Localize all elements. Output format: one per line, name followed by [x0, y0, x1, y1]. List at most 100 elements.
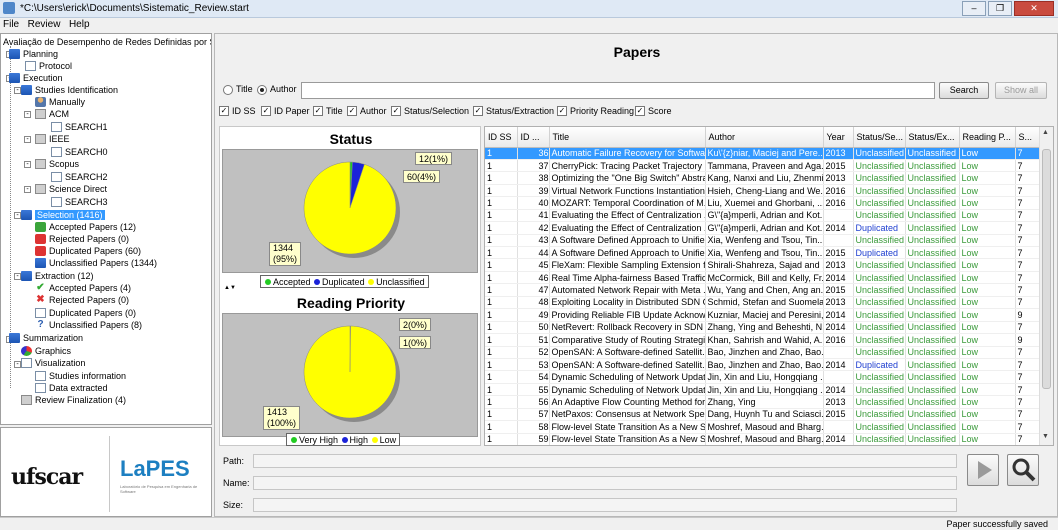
table-row[interactable]: 1 40 MOZART: Temporal Coordination of M...… [485, 196, 1040, 210]
table-row[interactable]: 1 55 Dynamic Scheduling of Network Updates… [485, 383, 1040, 397]
column-header[interactable]: S... [1015, 127, 1040, 148]
tree-item-studies-identification[interactable]: Studies Identification [21, 84, 118, 96]
tree-item-studies-information[interactable]: Studies information [35, 370, 126, 382]
tree-item-summarization[interactable]: Summarization [9, 332, 83, 344]
column-header[interactable]: Title [549, 127, 706, 148]
collapse-science-direct-toggle[interactable]: - [24, 186, 31, 193]
collapse-visualization-toggle[interactable]: - [14, 361, 21, 368]
tree-item-scopus[interactable]: Scopus [35, 158, 79, 170]
tree-item-selection[interactable]: Selection (1416) [21, 209, 105, 221]
toggle-id-ss[interactable]: ✓ ID SS [219, 106, 256, 116]
tree-item-selection-duplicated[interactable]: Duplicated Papers (60) [35, 245, 141, 257]
tree-item-ieee-search[interactable]: SEARCH0 [51, 146, 108, 158]
maximize-button[interactable]: ❐ [988, 1, 1012, 16]
toggle-status-extraction[interactable]: ✓ Status/Extraction [473, 106, 554, 116]
collapse-selection-toggle[interactable]: - [14, 212, 21, 219]
tree-item-extraction-rejected[interactable]: ✖ Rejected Papers (0) [35, 294, 129, 306]
close-button[interactable]: ✕ [1014, 1, 1054, 16]
column-header[interactable]: Status/Ex... [905, 127, 960, 148]
scroll-down-icon[interactable]: ▼ [1042, 433, 1049, 440]
table-row[interactable]: 1 47 Automated Network Repair with Meta ..… [485, 283, 1040, 297]
tree-item-execution[interactable]: Execution [9, 72, 63, 84]
table-row[interactable]: 1 45 FleXam: Flexible Sampling Extension f… [485, 258, 1040, 272]
menu-help[interactable]: Help [66, 18, 93, 31]
table-row[interactable]: 1 44 A Software Defined Approach to Unifie… [485, 246, 1040, 260]
table-row[interactable]: 1 50 NetRevert: Rollback Recovery in SDN Zh… [485, 321, 1040, 335]
tree-item-review-finalization[interactable]: Review Finalization (4) [21, 394, 126, 406]
table-row[interactable]: 1 36 Automatic Failure Recovery for Softwa… [485, 147, 1040, 160]
table-row[interactable]: 1 46 Real Time Alpha-fairness Based Traffi… [485, 271, 1040, 285]
size-field[interactable] [253, 498, 957, 512]
table-row[interactable]: 1 39 Virtual Network Functions Instantiati… [485, 184, 1040, 198]
table-row[interactable]: 1 38 Optimizing the "One Big Switch" Abstr… [485, 171, 1040, 185]
open-button[interactable] [967, 454, 999, 486]
tree-item-visualization[interactable]: Visualization [21, 357, 85, 369]
tree-item-acm-search[interactable]: SEARCH1 [51, 121, 108, 133]
table-row[interactable]: 1 54 Dynamic Scheduling of Network Updates… [485, 370, 1040, 384]
collapse-extraction-toggle[interactable]: - [14, 273, 21, 280]
toggle-score[interactable]: ✓ Score [635, 106, 672, 116]
table-row[interactable]: 1 49 Providing Reliable FIB Update Acknowl… [485, 308, 1040, 322]
radio-title[interactable] [223, 85, 233, 95]
search-button[interactable]: Search [939, 82, 989, 99]
table-row[interactable]: 1 43 A Software Defined Approach to Unifie… [485, 234, 1040, 248]
toggle-author[interactable]: ✓ Author [347, 106, 387, 116]
name-field[interactable] [253, 476, 957, 490]
scrollbar-thumb[interactable] [1042, 149, 1051, 389]
papers-table[interactable]: ID SS ID ... Title Author Year Status/Se... St… [485, 127, 1040, 445]
toggle-title[interactable]: ✓ Title [313, 106, 343, 116]
table-row[interactable]: 1 53 OpenSAN: A Software-defined Satellit.… [485, 358, 1040, 372]
table-scrollbar[interactable]: ▲ ▼ [1039, 127, 1053, 445]
collapse-ieee-toggle[interactable]: - [24, 136, 31, 143]
table-row[interactable]: 1 59 Flow-level State Transition As a New … [485, 433, 1040, 445]
tree-item-science-direct-search[interactable]: SEARCH3 [51, 196, 108, 208]
scroll-up-icon[interactable]: ▲ [1042, 129, 1049, 136]
collapse-acm-toggle[interactable]: - [24, 111, 31, 118]
table-row[interactable]: 1 41 Evaluating the Effect of Centralizati… [485, 209, 1040, 223]
tree-item-manually[interactable]: Manually [35, 96, 85, 108]
show-all-button[interactable]: Show all [995, 82, 1047, 99]
table-row[interactable]: 1 42 Evaluating the Effect of Centralizati… [485, 221, 1040, 235]
menu-file[interactable]: File [0, 18, 22, 31]
table-row[interactable]: 1 56 An Adaptive Flow Counting Method for.… [485, 395, 1040, 409]
tree-item-scopus-search[interactable]: SEARCH2 [51, 171, 108, 183]
tree-item-extraction-accepted[interactable]: ✔ Accepted Papers (4) [35, 282, 131, 294]
tree-item-selection-accepted[interactable]: Accepted Papers (12) [35, 221, 136, 233]
tree-item-selection-unclassified[interactable]: Unclassified Papers (1344) [35, 257, 157, 269]
collapse-studies-identification-toggle[interactable]: - [14, 87, 21, 94]
column-header[interactable]: ID SS [485, 127, 518, 148]
column-header[interactable]: Status/Se... [853, 127, 906, 148]
tree-item-protocol[interactable]: Protocol [25, 60, 72, 72]
tree-item-selection-rejected[interactable]: Rejected Papers (0) [35, 233, 129, 245]
tree-item-planning[interactable]: Planning [9, 48, 58, 60]
toggle-priority-reading[interactable]: ✓ Priority Reading [557, 106, 634, 116]
inspect-button[interactable] [1007, 454, 1039, 486]
tree-item-acm[interactable]: ACM [35, 108, 69, 120]
table-row[interactable]: 1 48 Exploiting Locality in Distributed SD… [485, 296, 1040, 310]
tree-item-extraction-duplicated[interactable]: Duplicated Papers (0) [35, 307, 136, 319]
tree-item-graphics[interactable]: Graphics [21, 345, 71, 357]
radio-author[interactable] [257, 85, 267, 95]
column-header[interactable]: Reading P... [959, 127, 1016, 148]
table-row[interactable]: 1 57 NetPaxos: Consensus at Network Speed D… [485, 408, 1040, 422]
tree-item-extraction[interactable]: Extraction (12) [21, 270, 94, 282]
column-header[interactable]: Author [705, 127, 824, 148]
column-header[interactable]: ID ... [517, 127, 550, 148]
tree-item-extraction-unclassified[interactable]: ? Unclassified Papers (8) [35, 319, 142, 331]
tree-item-data-extracted[interactable]: Data extracted [35, 382, 108, 394]
table-row[interactable]: 1 58 Flow-level State Transition As a New … [485, 420, 1040, 434]
splitter-arrows-icon[interactable]: ▲▼ [224, 285, 236, 291]
table-row[interactable]: 1 52 OpenSAN: A Software-defined Satellit.… [485, 346, 1040, 359]
menu-review[interactable]: Review [25, 18, 64, 31]
toggle-id-paper[interactable]: ✓ ID Paper [261, 106, 310, 116]
path-field[interactable] [253, 454, 957, 468]
table-row[interactable]: 1 51 Comparative Study of Routing Strategi… [485, 333, 1040, 347]
column-header[interactable]: Year [823, 127, 854, 148]
tree-item-ieee[interactable]: IEEE [35, 133, 70, 145]
minimize-button[interactable]: – [962, 1, 986, 16]
collapse-scopus-toggle[interactable]: - [24, 161, 31, 168]
tree-root[interactable]: Avaliação de Desempenho de Redes Definid… [3, 36, 211, 48]
search-input[interactable] [301, 82, 935, 99]
toggle-status-selection[interactable]: ✓ Status/Selection [391, 106, 469, 116]
project-tree[interactable]: Avaliação de Desempenho de Redes Definid… [0, 33, 212, 425]
